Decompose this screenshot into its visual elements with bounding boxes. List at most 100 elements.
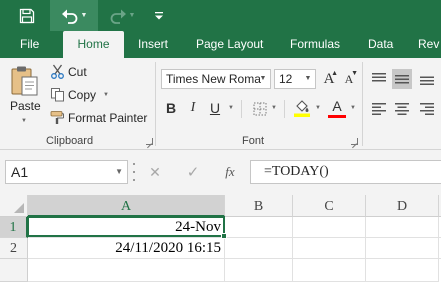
font-color-icon: A	[332, 98, 342, 114]
tab-page-layout[interactable]: Page Layout	[196, 31, 263, 58]
bold-button[interactable]: B	[163, 99, 179, 117]
drag-handle-icon[interactable]	[132, 163, 136, 181]
font-launcher-icon[interactable]	[351, 138, 358, 145]
chevron-down-icon: ▼	[259, 75, 267, 82]
column-header-a[interactable]: A	[28, 195, 225, 217]
insert-function-button[interactable]: fx	[218, 162, 242, 182]
cell-b1[interactable]	[225, 217, 293, 238]
cell-d1[interactable]	[366, 217, 439, 238]
column-header-b[interactable]: B	[225, 195, 293, 217]
align-left-icon	[372, 103, 386, 115]
format-painter-button[interactable]: Format Painter	[68, 111, 147, 125]
ribbon-home: Paste ▼ Cut Copy ▼ Format Painter Clipbo…	[0, 58, 441, 150]
borders-button[interactable]	[251, 100, 268, 117]
chevron-down-icon[interactable]: ▼	[115, 161, 123, 183]
middle-align-button[interactable]	[392, 69, 412, 89]
chevron-down-icon: ▼	[304, 75, 312, 82]
tab-formulas[interactable]: Formulas	[290, 31, 340, 58]
underline-dropdown-icon[interactable]: ▼	[228, 105, 234, 111]
top-align-button[interactable]	[370, 70, 388, 88]
save-icon	[19, 8, 35, 23]
bottom-align-button[interactable]	[418, 70, 436, 88]
clipboard-group-label: Clipboard	[46, 135, 94, 147]
align-center-icon	[395, 103, 409, 115]
excel-window: ▼ ▼ File Home Insert Page Layout Formula…	[0, 0, 441, 282]
cancel-formula-button[interactable]: ✕	[144, 162, 166, 182]
group-divider	[155, 62, 156, 146]
row-header-3[interactable]	[0, 259, 28, 282]
row-header-2[interactable]: 2	[0, 238, 28, 259]
clipboard-launcher-icon[interactable]	[146, 138, 153, 145]
cell-d2[interactable]	[366, 238, 439, 259]
column-header-c[interactable]: C	[293, 195, 366, 217]
tab-file[interactable]: File	[20, 31, 39, 58]
grow-font-button[interactable]: A ▲	[320, 69, 338, 89]
tab-data[interactable]: Data	[368, 31, 393, 58]
formula-bar-buttons: ✕ ✓ fx	[132, 160, 249, 184]
column-header-d[interactable]: D	[366, 195, 439, 217]
align-left-button[interactable]	[370, 100, 388, 118]
cut-button[interactable]: Cut	[68, 65, 87, 79]
cell-a1[interactable]: 24-Nov	[28, 217, 225, 238]
cell-d3[interactable]	[366, 259, 439, 282]
cell-c1[interactable]	[293, 217, 366, 238]
borders-icon	[253, 102, 266, 115]
name-box-value: A1	[11, 164, 29, 180]
shrink-arrow-icon: ▼	[351, 70, 358, 77]
copy-icon[interactable]	[49, 86, 65, 102]
middle-align-icon	[395, 75, 409, 84]
customize-icon	[155, 11, 163, 19]
shrink-font-button[interactable]: A ▼	[340, 69, 358, 89]
copy-button[interactable]: Copy	[68, 88, 96, 102]
undo-button[interactable]: ▼	[50, 0, 98, 31]
font-divider	[241, 100, 242, 118]
font-group-label: Font	[242, 135, 265, 147]
copy-dropdown-icon[interactable]: ▼	[103, 92, 109, 98]
font-size-select[interactable]: 12 ▼	[274, 69, 316, 89]
cell-a3[interactable]	[28, 259, 225, 282]
redo-button[interactable]: ▼	[102, 0, 142, 31]
row-header-1[interactable]: 1	[0, 217, 28, 238]
italic-button[interactable]: I	[185, 99, 201, 117]
fill-handle[interactable]	[221, 233, 227, 239]
save-button[interactable]	[10, 0, 44, 31]
font-family-select[interactable]: Times New Roma ▼	[161, 69, 271, 89]
paste-button[interactable]	[8, 64, 42, 98]
select-all-button[interactable]	[0, 195, 28, 217]
undo-icon	[61, 9, 77, 24]
redo-dropdown-icon[interactable]: ▼	[129, 12, 136, 19]
cell-b2[interactable]	[225, 238, 293, 259]
name-box[interactable]: A1 ▼	[5, 160, 128, 184]
tab-insert[interactable]: Insert	[138, 31, 168, 58]
cell-a2[interactable]: 24/11/2020 16:15	[28, 238, 225, 259]
tab-review[interactable]: Rev	[418, 31, 439, 58]
cell-c3[interactable]	[293, 259, 366, 282]
cell-b3[interactable]	[225, 259, 293, 282]
customize-qat-button[interactable]	[150, 0, 168, 31]
paint-bucket-icon	[294, 100, 310, 117]
formula-input[interactable]: =TODAY()	[250, 160, 441, 184]
group-divider	[362, 62, 363, 146]
borders-dropdown-icon[interactable]: ▼	[271, 105, 277, 111]
paste-label[interactable]: Paste	[10, 99, 41, 113]
font-divider	[284, 100, 285, 118]
undo-dropdown-icon[interactable]: ▼	[81, 12, 88, 19]
tab-home[interactable]: Home	[63, 31, 124, 58]
align-right-button[interactable]	[418, 100, 436, 118]
enter-formula-button[interactable]: ✓	[182, 162, 204, 182]
cut-icon[interactable]	[49, 63, 65, 79]
font-family-value: Times New Roma	[166, 72, 261, 86]
fill-color-dropdown-icon[interactable]: ▼	[315, 105, 321, 111]
paste-dropdown-icon[interactable]: ▼	[21, 118, 27, 124]
format-painter-icon[interactable]	[49, 109, 65, 125]
bottom-align-icon	[420, 76, 434, 85]
underline-button[interactable]: U	[207, 99, 223, 117]
align-center-button[interactable]	[393, 100, 411, 118]
font-color-swatch	[328, 114, 346, 118]
cell-c2[interactable]	[293, 238, 366, 259]
fill-color-button[interactable]	[292, 98, 312, 118]
font-color-dropdown-icon[interactable]: ▼	[350, 105, 356, 111]
font-size-value: 12	[279, 72, 293, 86]
font-color-button[interactable]: A	[327, 98, 347, 118]
align-right-icon	[420, 103, 434, 115]
